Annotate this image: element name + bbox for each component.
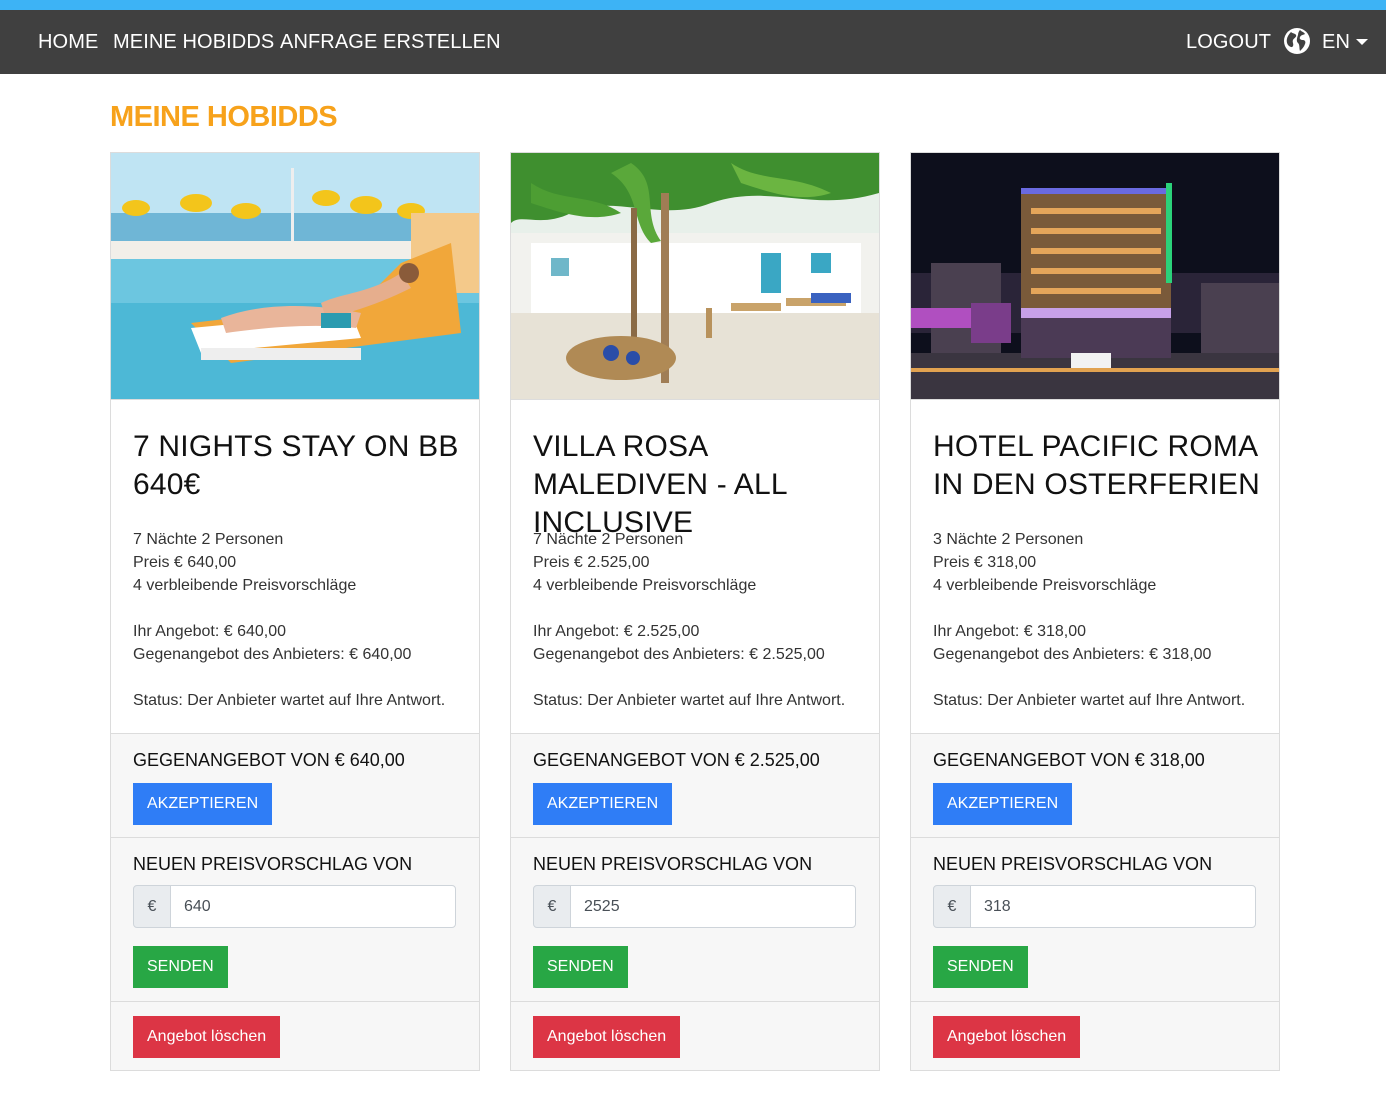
remaining-proposals: 4 verbleibende Preisvorschläge [533,577,757,594]
price: Preis € 2.525,00 [533,554,650,571]
counter-offer-section: GEGENANGEBOT VON € 640,00 AKZEPTIEREN [111,733,479,837]
new-proposal-heading: NEUEN PREISVORSCHLAG VON [933,854,1213,874]
new-proposal-section: NEUEN PREISVORSCHLAG VON € SENDEN [111,837,479,1001]
nights-persons: 7 Nächte 2 Personen [533,531,684,548]
price-input-group: € [933,885,1256,928]
price-input[interactable] [570,885,856,928]
new-proposal-heading: NEUEN PREISVORSCHLAG VON [533,854,813,874]
card-body: 7 NIGHTS STAY ON BB 640€ 7 Nächte 2 Pers… [111,399,479,733]
delete-offer-button[interactable]: Angebot löschen [933,1016,1081,1058]
provider-counter-offer: Gegenangebot des Anbieters: € 640,00 [133,646,412,663]
offer-card: 7 NIGHTS STAY ON BB 640€ 7 Nächte 2 Pers… [110,152,480,1071]
accept-button[interactable]: AKZEPTIEREN [133,783,273,825]
new-proposal-heading: NEUEN PREISVORSCHLAG VON [133,854,413,874]
remaining-proposals: 4 verbleibende Preisvorschläge [933,577,1157,594]
price: Preis € 318,00 [933,554,1037,571]
logout-link[interactable]: LOGOUT [1186,30,1271,54]
language-selector[interactable]: EN [1322,30,1350,54]
counter-offer-heading: GEGENANGEBOT VON € 640,00 [133,750,405,770]
send-button[interactable]: SENDEN [133,946,228,988]
new-proposal-section: NEUEN PREISVORSCHLAG VON € SENDEN [911,837,1279,1001]
delete-section: Angebot löschen [911,1001,1279,1070]
counter-offer-heading: GEGENANGEBOT VON € 318,00 [933,750,1205,770]
counter-offer-section: GEGENANGEBOT VON € 318,00 AKZEPTIEREN [911,733,1279,837]
navbar: HOME MEINE HOBIDDS ANFRAGE ERSTELLEN LOG… [0,10,1386,74]
provider-counter-offer: Gegenangebot des Anbieters: € 2.525,00 [533,646,825,663]
your-offer: Ihr Angebot: € 640,00 [133,623,287,640]
offer-card: HOTEL PACIFIC ROMA IN DEN OSTERFERIEN 3 … [910,152,1280,1071]
accept-button[interactable]: AKZEPTIEREN [933,783,1073,825]
accept-button[interactable]: AKZEPTIEREN [533,783,673,825]
nights-persons: 7 Nächte 2 Personen [133,531,284,548]
villa-garden-image[interactable] [511,153,879,399]
delete-section: Angebot löschen [511,1001,879,1070]
price-input-group: € [533,885,856,928]
nav-home-link[interactable]: HOME [38,30,98,54]
status-text: Status: Der Anbieter wartet auf Ihre Ant… [933,692,1246,709]
new-proposal-section: NEUEN PREISVORSCHLAG VON € SENDEN [511,837,879,1001]
nights-persons: 3 Nächte 2 Personen [933,531,1084,548]
nav-meine-hobidds-link[interactable]: MEINE HOBIDDS [113,30,274,54]
currency-addon: € [133,885,171,928]
offer-title: HOTEL PACIFIC ROMA IN DEN OSTERFERIEN [933,430,1260,501]
provider-counter-offer: Gegenangebot des Anbieters: € 318,00 [933,646,1212,663]
price-input[interactable] [170,885,456,928]
currency-addon: € [933,885,971,928]
status-text: Status: Der Anbieter wartet auf Ihre Ant… [133,692,446,709]
globe-icon[interactable] [1283,27,1311,55]
counter-offer-heading: GEGENANGEBOT VON € 2.525,00 [533,750,820,770]
price-input[interactable] [970,885,1256,928]
your-offer: Ihr Angebot: € 318,00 [933,623,1087,640]
pool-beach-image[interactable] [111,153,479,399]
delete-offer-button[interactable]: Angebot löschen [533,1016,681,1058]
chevron-down-icon[interactable] [1356,39,1368,45]
page-title: MEINE HOBIDDS [110,101,338,133]
status-text: Status: Der Anbieter wartet auf Ihre Ant… [533,692,846,709]
offer-title: 7 NIGHTS STAY ON BB 640€ [133,430,459,501]
offer-card: VILLA ROSA MALEDIVEN - ALL INCLUSIVE 7 N… [510,152,880,1071]
send-button[interactable]: SENDEN [533,946,628,988]
offer-title: VILLA ROSA MALEDIVEN - ALL INCLUSIVE [533,430,787,539]
currency-addon: € [533,885,571,928]
send-button[interactable]: SENDEN [933,946,1028,988]
card-body: HOTEL PACIFIC ROMA IN DEN OSTERFERIEN 3 … [911,399,1279,733]
delete-section: Angebot löschen [111,1001,479,1070]
delete-offer-button[interactable]: Angebot löschen [133,1016,281,1058]
card-body: VILLA ROSA MALEDIVEN - ALL INCLUSIVE 7 N… [511,399,879,733]
your-offer: Ihr Angebot: € 2.525,00 [533,623,700,640]
nav-anfrage-erstellen-link[interactable]: ANFRAGE ERSTELLEN [280,30,501,54]
top-accent-bar [0,0,1386,10]
price: Preis € 640,00 [133,554,237,571]
hotel-night-image[interactable] [911,153,1279,399]
price-input-group: € [133,885,456,928]
counter-offer-section: GEGENANGEBOT VON € 2.525,00 AKZEPTIEREN [511,733,879,837]
remaining-proposals: 4 verbleibende Preisvorschläge [133,577,357,594]
